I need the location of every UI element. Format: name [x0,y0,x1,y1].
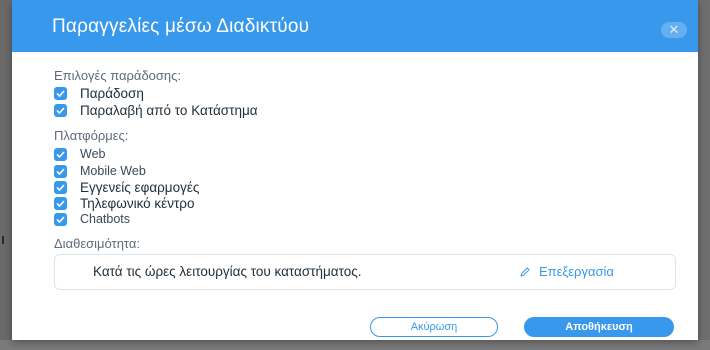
call-center-checkbox[interactable] [54,196,67,210]
platforms-label: Πλατφόρμες: [54,128,129,143]
dialog-header: Παραγγελίες μέσω Διαδικτύου ✕ [12,0,698,52]
close-icon: ✕ [668,22,680,37]
mobile-web-checkbox[interactable] [54,164,67,178]
platform-option-native-apps[interactable]: Εγγενείς εφαρμογές [54,179,199,195]
native-apps-checkbox[interactable] [54,180,67,194]
delivery-option-pickup[interactable]: Παραλαβή από το Κατάστημα [54,102,258,118]
pickup-checkbox[interactable] [54,103,67,117]
check-icon [56,150,65,158]
platform-option-call-center[interactable]: Τηλεφωνικό κέντρο [54,195,194,211]
pencil-icon [520,266,530,277]
check-icon [56,106,65,114]
platform-option-chatbots[interactable]: Chatbots [54,211,130,227]
edit-availability-link[interactable]: Επεξεργασία [519,264,614,279]
chatbots-checkbox[interactable] [54,212,67,226]
edit-label: Επεξεργασία [539,264,614,279]
backdrop-fragment [2,236,4,244]
delivery-options-label: Επιλογές παράδοσης: [54,68,182,83]
check-icon [56,215,65,223]
platform-option-web[interactable]: Web [54,146,105,162]
online-orders-dialog: Παραγγελίες μέσω Διαδικτύου ✕ Επιλογές π… [12,0,698,340]
check-icon [56,89,65,97]
delivery-checkbox[interactable] [54,86,67,100]
availability-value: Κατά τις ώρες λειτουργίας του καταστήματ… [93,264,362,279]
check-icon [56,199,65,207]
platform-option-mobile-web[interactable]: Mobile Web [54,163,146,179]
page-backdrop-bottom [0,340,710,350]
web-checkbox[interactable] [54,147,67,161]
close-button[interactable]: ✕ [661,22,687,38]
save-button[interactable]: Αποθήκευση [524,317,674,337]
availability-label: Διαθεσιμότητα: [54,236,141,251]
call-center-label: Τηλεφωνικό κέντρο [80,195,195,211]
mobile-web-label: Mobile Web [80,164,146,178]
availability-box: Κατά τις ώρες λειτουργίας του καταστήματ… [54,254,676,290]
delivery-option-label: Παράδοση [80,85,144,101]
web-label: Web [80,147,106,161]
check-icon [56,167,65,175]
chatbots-label: Chatbots [80,212,131,226]
page-backdrop [0,0,12,350]
cancel-button[interactable]: Ακύρωση [370,317,498,337]
check-icon [56,183,65,191]
delivery-option-delivery[interactable]: Παράδοση [54,85,144,101]
pickup-option-label: Παραλαβή από το Κατάστημα [80,102,258,118]
native-apps-label: Εγγενείς εφαρμογές [80,179,200,195]
dialog-title: Παραγγελίες μέσω Διαδικτύου [52,16,310,37]
